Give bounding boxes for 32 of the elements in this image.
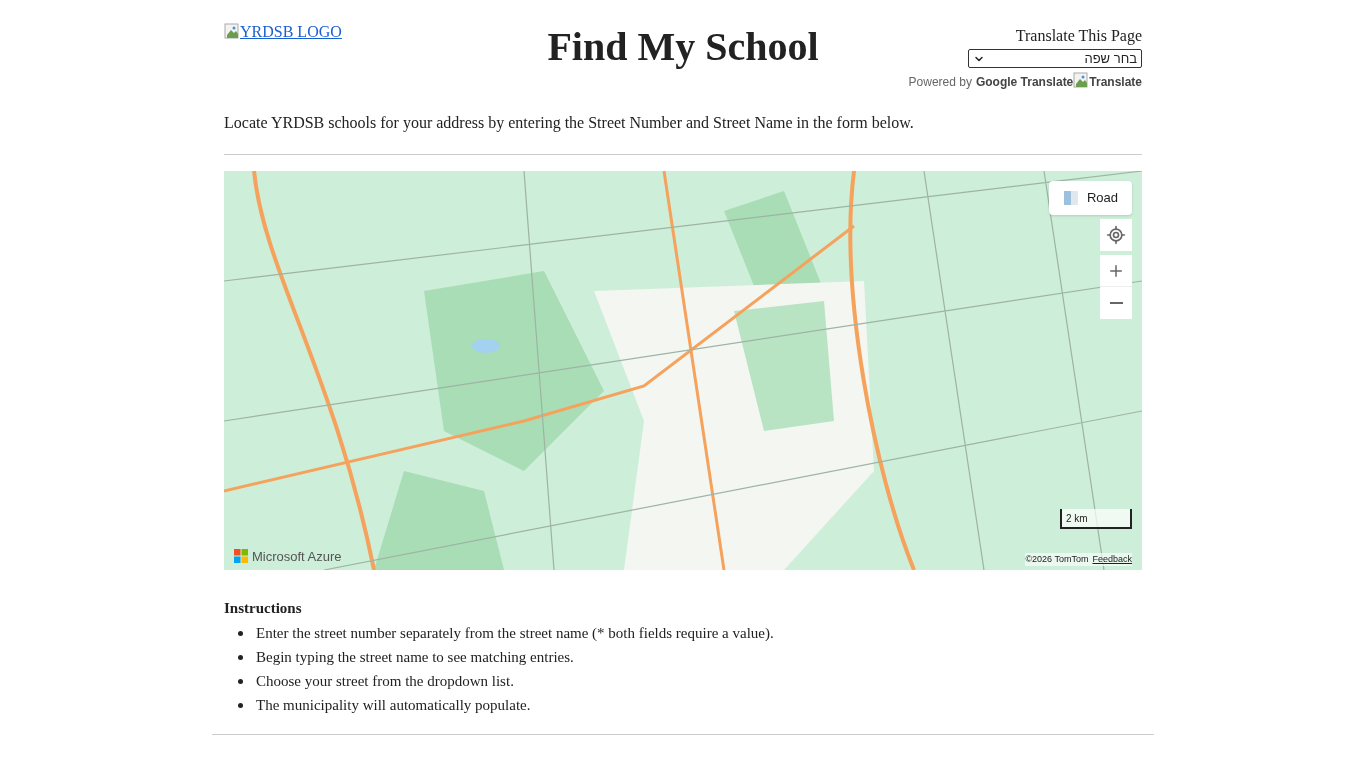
instructions-heading: Instructions [224,599,303,618]
bullet-icon [238,703,243,708]
my-location-button[interactable] [1100,219,1132,251]
map[interactable]: Road 2 km Microsoft Azure ©2026 TomTom Feedback [224,171,1142,570]
zoom-in-button[interactable] [1100,255,1132,287]
map-style-icon [1063,190,1079,206]
instruction-item: The municipality will automatically populate. [256,696,531,716]
broken-image-icon [1073,72,1090,88]
minus-icon [1109,302,1123,304]
bullet-icon [238,631,243,636]
broken-image-icon [224,23,240,39]
bullet-icon [238,679,243,684]
instruction-item: Enter the street number separately from the street name (* both fields require a value). [256,624,774,644]
map-style-button[interactable]: Road [1049,181,1132,215]
instruction-item: Begin typing the street name to see matching entries. [256,648,574,668]
map-brand: Microsoft Azure [252,547,342,566]
translate-label: Translate This Page [1015,26,1142,47]
intro-text: Locate YRDSB schools for your address by entering the Street Number and Street Name in the form below. [224,113,915,134]
windows-logo-icon [234,549,248,564]
feedback-link[interactable]: Feedback [1092,552,1132,566]
zoom-out-button[interactable] [1100,287,1132,319]
google-translate-link[interactable]: Google Translate [975,72,1074,91]
page-title: Find My School [547,23,819,71]
powered-by-text: Powered by [908,73,972,91]
bullet-icon [238,655,243,660]
map-attribution: ©2026 TomTom [1025,552,1089,566]
map-scale-bar: 2 km [1060,509,1132,529]
instruction-item: Choose your street from the dropdown list. [256,672,514,692]
locate-icon [1106,225,1126,245]
translate-link[interactable]: Translate [1073,72,1142,91]
language-select[interactable]: בחר שפה [968,49,1142,68]
logo-link[interactable]: YRDSB LOGO [224,20,484,44]
